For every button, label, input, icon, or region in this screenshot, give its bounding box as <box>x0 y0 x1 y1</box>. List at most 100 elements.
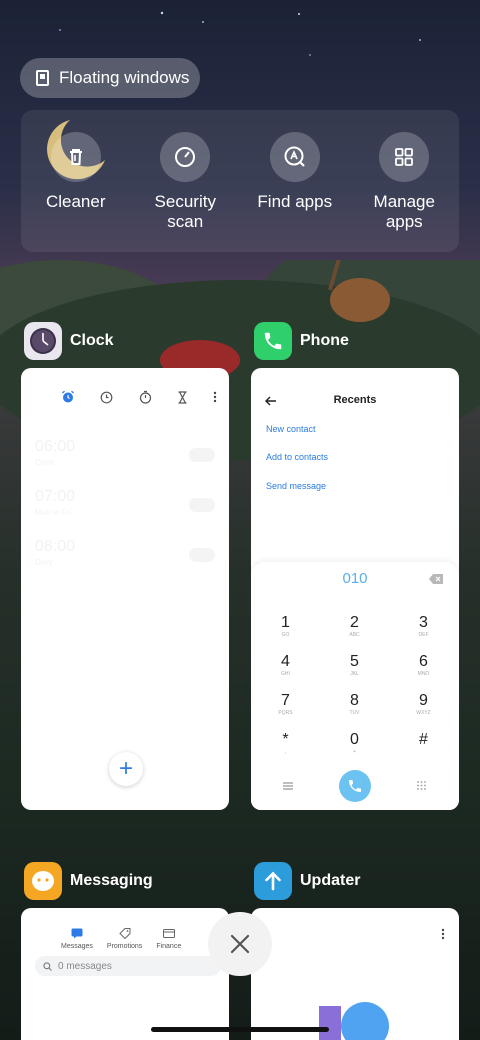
dial-key[interactable]: 4 GHI <box>251 653 320 677</box>
clear-all-button[interactable] <box>208 912 272 976</box>
dial-key-digit: # <box>419 731 428 748</box>
recents-title: Recents <box>333 394 377 406</box>
dial-key[interactable]: 7 PQRS <box>251 692 320 716</box>
clock-icon[interactable] <box>100 391 113 404</box>
alarm-time: 06:00 <box>35 438 76 455</box>
dial-key-letters: WXYZ <box>416 710 431 716</box>
timer-icon[interactable] <box>177 390 188 404</box>
stopwatch-icon[interactable] <box>139 390 152 404</box>
dial-key-digit: 4 <box>281 653 290 670</box>
tab-promotions-label: Promotions <box>106 943 143 950</box>
dial-key[interactable]: 8 TUV <box>320 692 389 716</box>
dial-key-letters: + <box>353 749 356 755</box>
cleaner-button[interactable]: Cleaner <box>21 110 131 252</box>
clock-app-header[interactable]: Clock <box>24 322 114 360</box>
phone-app-header[interactable]: Phone <box>254 322 349 360</box>
dial-key-digit: * <box>282 731 289 748</box>
dial-key[interactable]: 0 + <box>320 731 389 755</box>
clock-app-icon <box>24 322 62 360</box>
find-apps-icon-circle <box>269 132 320 182</box>
add-to-contacts-link[interactable]: Add to contacts <box>266 452 328 462</box>
dial-key-letters: PQRS <box>278 710 293 716</box>
dial-key-digit: 6 <box>419 653 428 670</box>
alarm-time: 07:00 <box>35 488 76 505</box>
security-scan-label: Security scan <box>154 192 216 231</box>
security-scan-button[interactable]: Security scan <box>131 110 241 252</box>
dial-key[interactable]: *, <box>251 731 320 755</box>
add-alarm-button[interactable]: + <box>109 752 143 786</box>
dial-key-digit: 9 <box>419 692 428 709</box>
close-icon <box>230 934 250 954</box>
card-icon <box>162 929 175 938</box>
dial-key-letters: DEF <box>418 632 429 638</box>
messages-search-bar[interactable]: 0 messages <box>35 956 221 976</box>
floating-window-icon <box>36 70 49 86</box>
tab-finance-label: Finance <box>156 943 182 950</box>
find-apps-label: Find apps <box>257 192 333 211</box>
dial-key[interactable]: 9 WXYZ <box>389 692 458 716</box>
call-button[interactable] <box>339 770 371 802</box>
more-icon[interactable] <box>441 928 445 940</box>
menu-icon[interactable] <box>283 782 293 790</box>
messaging-app-icon <box>24 862 62 900</box>
dial-key[interactable]: # <box>389 731 458 749</box>
clock-app-preview[interactable]: 06:00 Once 07:00 Mon to Fri 08:00 Daily … <box>21 368 229 810</box>
home-indicator[interactable] <box>151 1027 329 1032</box>
floating-windows-label: Floating windows <box>59 68 190 87</box>
dial-key[interactable]: 5 JKL <box>320 653 389 677</box>
message-icon <box>71 928 83 939</box>
alarm-icon[interactable] <box>61 390 75 404</box>
grid-icon <box>395 148 414 166</box>
alarm-toggle[interactable] <box>189 448 215 462</box>
quick-tools-panel: Cleaner Security scan Find apps Manage a… <box>21 110 459 252</box>
dial-key-letters: , <box>284 749 287 755</box>
clock-tab-bar <box>61 390 217 404</box>
updater-app-preview[interactable] <box>251 908 459 1040</box>
updater-app-header[interactable]: Updater <box>254 862 360 900</box>
messages-search-placeholder: 0 messages <box>58 960 112 972</box>
alarm-toggle[interactable] <box>189 548 215 562</box>
phone-icon <box>349 780 361 792</box>
alarm-row[interactable]: 07:00 Mon to Fri <box>35 488 215 522</box>
search-icon <box>43 961 52 971</box>
alarm-toggle[interactable] <box>189 498 215 512</box>
cleaner-label: Cleaner <box>45 192 106 211</box>
dial-key[interactable]: 3 DEF <box>389 614 458 638</box>
dial-key-letters: GO <box>281 632 290 638</box>
dial-key[interactable]: 6 MNO <box>389 653 458 677</box>
os-version-logo <box>319 1002 389 1040</box>
messaging-app-name: Messaging <box>70 872 153 889</box>
backspace-icon[interactable] <box>429 574 443 584</box>
new-contact-link[interactable]: New contact <box>266 424 316 434</box>
alarm-row[interactable]: 06:00 Once <box>35 438 215 472</box>
tab-finance[interactable]: Finance <box>156 928 181 950</box>
messaging-app-header[interactable]: Messaging <box>24 862 153 900</box>
trash-icon <box>69 149 82 165</box>
alarm-repeat: Once <box>35 458 55 467</box>
tab-messages[interactable]: Messages <box>61 928 93 950</box>
dial-key-letters: TUV <box>349 710 360 716</box>
manage-apps-label: Manage apps <box>373 192 435 231</box>
dial-key-digit: 2 <box>350 614 359 631</box>
search-letter-icon <box>284 146 305 167</box>
dial-key-digit: 8 <box>350 692 359 709</box>
send-message-link[interactable]: Send message <box>266 481 326 491</box>
updater-app-icon <box>254 862 292 900</box>
alarm-repeat: Daily <box>35 558 53 567</box>
phone-app-preview[interactable]: Recents New contact Add to contacts Send… <box>251 368 459 810</box>
alarm-time: 08:00 <box>35 538 76 555</box>
more-icon[interactable] <box>213 391 217 403</box>
tab-promotions[interactable]: Promotions <box>107 928 142 950</box>
dial-key-letters: ABC <box>349 632 360 638</box>
keypad-icon[interactable] <box>417 781 426 790</box>
dial-key-letters: JKL <box>350 671 359 677</box>
dial-key-digit: 1 <box>281 614 290 631</box>
manage-apps-button[interactable]: Manage apps <box>350 110 460 252</box>
find-apps-button[interactable]: Find apps <box>240 110 350 252</box>
dial-key[interactable]: 1 GO <box>251 614 320 638</box>
dial-key[interactable]: 2 ABC <box>320 614 389 638</box>
messaging-tab-bar: Messages Promotions Finance <box>61 928 181 950</box>
alarm-row[interactable]: 08:00 Daily <box>35 538 215 572</box>
floating-windows-button[interactable]: Floating windows <box>20 58 200 98</box>
messaging-app-preview[interactable]: Messages Promotions Finance 0 messages <box>21 908 229 1040</box>
